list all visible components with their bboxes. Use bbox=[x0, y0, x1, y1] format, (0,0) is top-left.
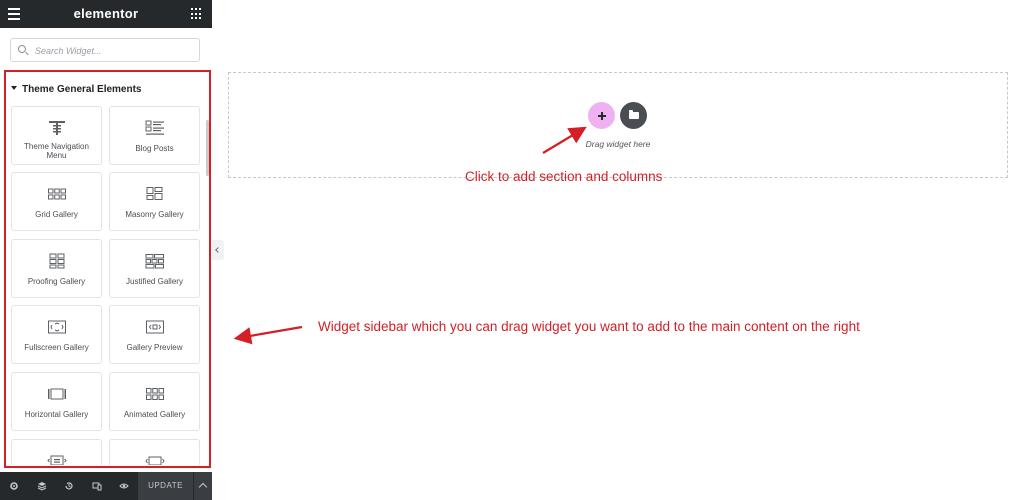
annotation-sidebar: Widget sidebar which you can drag widget… bbox=[318, 319, 860, 334]
elementor-logo: elementor bbox=[73, 6, 139, 21]
sidebar-highlight-box bbox=[4, 70, 211, 468]
preview-icon[interactable] bbox=[119, 481, 129, 491]
drop-zone[interactable] bbox=[228, 72, 1008, 178]
panel-footer: UPDATE bbox=[0, 472, 212, 500]
add-section-button[interactable] bbox=[588, 102, 615, 129]
collapse-panel-handle[interactable] bbox=[212, 240, 224, 260]
search-icon bbox=[18, 45, 26, 53]
panel-header: elementor bbox=[0, 0, 212, 28]
update-button[interactable]: UPDATE bbox=[138, 472, 193, 500]
search-widget-input[interactable] bbox=[33, 42, 197, 60]
annotation-add-section: Click to add section and columns bbox=[465, 169, 663, 184]
template-library-button[interactable] bbox=[620, 102, 647, 129]
settings-icon[interactable] bbox=[9, 481, 19, 491]
arrow-to-sidebar bbox=[233, 325, 303, 345]
chevron-up-icon[interactable] bbox=[193, 472, 212, 500]
search-widget-field bbox=[10, 38, 200, 62]
widget-sidebar: elementor Theme General Elements Theme N… bbox=[0, 0, 212, 500]
history-icon[interactable] bbox=[64, 481, 74, 491]
responsive-icon[interactable] bbox=[92, 481, 102, 491]
folder-icon bbox=[629, 110, 639, 119]
layers-icon[interactable] bbox=[37, 481, 47, 491]
widgets-grid-icon[interactable] bbox=[191, 8, 203, 20]
drag-widget-text: Drag widget here bbox=[585, 139, 651, 149]
